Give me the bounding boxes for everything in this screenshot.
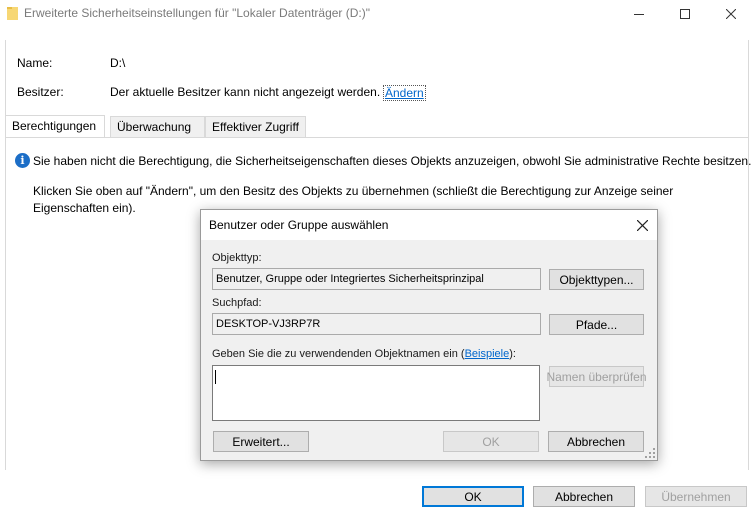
close-icon bbox=[726, 8, 736, 19]
minimize-icon bbox=[634, 13, 644, 15]
search-path-field: DESKTOP-VJ3RP7R bbox=[212, 313, 541, 335]
cancel-button[interactable]: Abbrechen bbox=[533, 486, 635, 507]
dialog-close-button[interactable] bbox=[633, 216, 651, 234]
tab-auditing[interactable]: Überwachung bbox=[110, 116, 205, 138]
no-permission-message: Sie haben nicht die Berechtigung, die Si… bbox=[33, 154, 752, 168]
minimize-button[interactable] bbox=[616, 0, 662, 27]
close-icon bbox=[636, 219, 648, 231]
resize-grip-icon[interactable] bbox=[645, 448, 655, 458]
dialog-title: Benutzer oder Gruppe auswählen bbox=[209, 218, 389, 232]
object-names-label: Geben Sie die zu verwendenden Objektname… bbox=[212, 348, 516, 360]
object-type-label: Objekttyp: bbox=[212, 252, 262, 264]
window-title: Erweiterte Sicherheitseinstellungen für … bbox=[24, 6, 371, 20]
folder-icon bbox=[7, 7, 18, 20]
object-names-label-text: Geben Sie die zu verwendenden Objektname… bbox=[212, 348, 465, 360]
dialog-ok-button[interactable]: OK bbox=[443, 431, 539, 452]
close-button[interactable] bbox=[708, 0, 754, 27]
ok-button[interactable]: OK bbox=[422, 486, 524, 507]
object-names-label-end: ): bbox=[509, 348, 516, 360]
tab-divider bbox=[5, 137, 749, 138]
maximize-icon bbox=[680, 8, 690, 19]
take-ownership-hint-cont: Eigenschaften ein). bbox=[33, 201, 136, 215]
name-value: D:\ bbox=[110, 56, 126, 70]
object-type-field: Benutzer, Gruppe oder Integriertes Siche… bbox=[212, 268, 541, 290]
title-bar: Erweiterte Sicherheitseinstellungen für … bbox=[0, 0, 754, 27]
text-caret bbox=[215, 370, 216, 384]
check-names-button[interactable]: Namen überprüfen bbox=[546, 366, 647, 387]
info-icon: i bbox=[15, 153, 30, 168]
owner-label: Besitzer: bbox=[17, 85, 64, 99]
dialog-cancel-button[interactable]: Abbrechen bbox=[548, 431, 644, 452]
take-ownership-hint: Klicken Sie oben auf "Ändern", um den Be… bbox=[33, 184, 674, 198]
name-label: Name: bbox=[17, 56, 53, 70]
paths-button[interactable]: Pfade... bbox=[549, 314, 644, 335]
dialog-title-bar: Benutzer oder Gruppe auswählen bbox=[201, 210, 657, 240]
maximize-button[interactable] bbox=[662, 0, 708, 27]
examples-link[interactable]: Beispiele bbox=[465, 348, 510, 360]
tab-effective-access[interactable]: Effektiver Zugriff bbox=[205, 116, 306, 138]
object-names-input[interactable] bbox=[212, 365, 540, 421]
object-types-button[interactable]: Objekttypen... bbox=[549, 269, 644, 290]
select-user-dialog: Benutzer oder Gruppe auswählen Objekttyp… bbox=[200, 209, 658, 461]
advanced-button[interactable]: Erweitert... bbox=[213, 431, 309, 452]
change-owner-link[interactable]: Ändern bbox=[383, 85, 426, 101]
apply-button[interactable]: Übernehmen bbox=[645, 486, 747, 507]
search-path-label: Suchpfad: bbox=[212, 297, 262, 309]
owner-value: Der aktuelle Besitzer kann nicht angezei… bbox=[110, 85, 381, 99]
tab-permissions[interactable]: Berechtigungen bbox=[5, 115, 105, 138]
